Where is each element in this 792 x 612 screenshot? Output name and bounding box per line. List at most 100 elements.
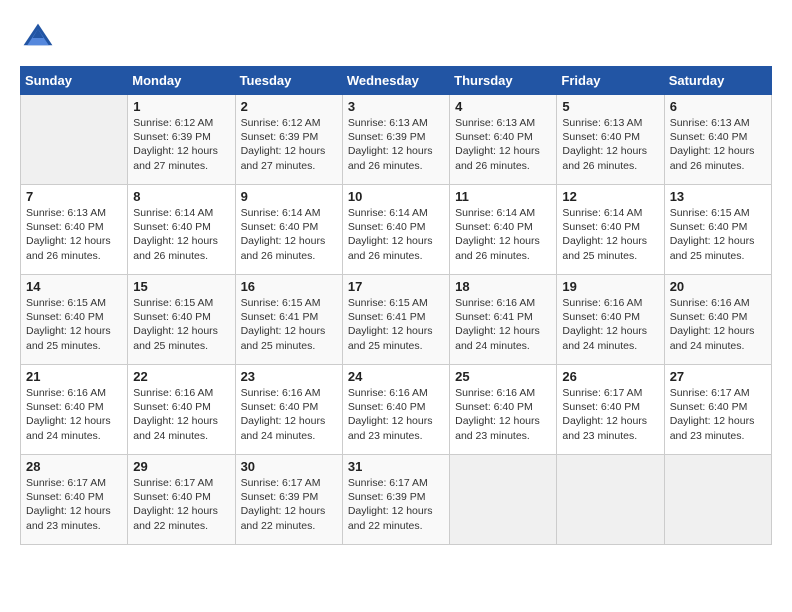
day-info: Sunrise: 6:15 AMSunset: 6:41 PMDaylight:…	[241, 296, 337, 353]
calendar-cell: 7 Sunrise: 6:13 AMSunset: 6:40 PMDaylight…	[21, 185, 128, 275]
day-info: Sunrise: 6:13 AMSunset: 6:40 PMDaylight:…	[26, 206, 122, 263]
day-number: 2	[241, 99, 337, 114]
calendar-header-row: SundayMondayTuesdayWednesdayThursdayFrid…	[21, 67, 772, 95]
calendar-cell: 13 Sunrise: 6:15 AMSunset: 6:40 PMDayligh…	[664, 185, 771, 275]
day-info: Sunrise: 6:16 AMSunset: 6:40 PMDaylight:…	[455, 386, 551, 443]
day-number: 9	[241, 189, 337, 204]
page-header	[20, 20, 772, 56]
week-row-4: 21 Sunrise: 6:16 AMSunset: 6:40 PMDayligh…	[21, 365, 772, 455]
day-number: 5	[562, 99, 658, 114]
calendar-cell	[557, 455, 664, 545]
day-info: Sunrise: 6:16 AMSunset: 6:40 PMDaylight:…	[26, 386, 122, 443]
header-friday: Friday	[557, 67, 664, 95]
day-number: 8	[133, 189, 229, 204]
header-wednesday: Wednesday	[342, 67, 449, 95]
day-number: 29	[133, 459, 229, 474]
calendar-cell: 16 Sunrise: 6:15 AMSunset: 6:41 PMDayligh…	[235, 275, 342, 365]
day-info: Sunrise: 6:17 AMSunset: 6:39 PMDaylight:…	[241, 476, 337, 533]
calendar-cell: 27Sunrise: 6:17 AMSunset: 6:40 PMDayligh…	[664, 365, 771, 455]
calendar-cell: 1 Sunrise: 6:12 AMSunset: 6:39 PMDaylight…	[128, 95, 235, 185]
calendar-cell: 17Sunrise: 6:15 AMSunset: 6:41 PMDayligh…	[342, 275, 449, 365]
calendar-cell	[664, 455, 771, 545]
day-info: Sunrise: 6:16 AMSunset: 6:41 PMDaylight:…	[455, 296, 551, 353]
calendar-cell: 21 Sunrise: 6:16 AMSunset: 6:40 PMDayligh…	[21, 365, 128, 455]
day-info: Sunrise: 6:13 AMSunset: 6:40 PMDaylight:…	[455, 116, 551, 173]
day-number: 16	[241, 279, 337, 294]
day-info: Sunrise: 6:16 AMSunset: 6:40 PMDaylight:…	[670, 296, 766, 353]
calendar-cell: 6 Sunrise: 6:13 AMSunset: 6:40 PMDaylight…	[664, 95, 771, 185]
day-number: 21	[26, 369, 122, 384]
calendar-cell: 24 Sunrise: 6:16 AMSunset: 6:40 PMDayligh…	[342, 365, 449, 455]
logo-icon	[20, 20, 56, 56]
calendar-cell: 4 Sunrise: 6:13 AMSunset: 6:40 PMDaylight…	[450, 95, 557, 185]
calendar-cell: 15 Sunrise: 6:15 AMSunset: 6:40 PMDayligh…	[128, 275, 235, 365]
day-number: 28	[26, 459, 122, 474]
day-number: 15	[133, 279, 229, 294]
header-sunday: Sunday	[21, 67, 128, 95]
header-monday: Monday	[128, 67, 235, 95]
calendar-cell: 29 Sunrise: 6:17 AMSunset: 6:40 PMDayligh…	[128, 455, 235, 545]
calendar-cell: 26 Sunrise: 6:17 AMSunset: 6:40 PMDayligh…	[557, 365, 664, 455]
day-info: Sunrise: 6:16 AMSunset: 6:40 PMDaylight:…	[133, 386, 229, 443]
calendar-cell	[21, 95, 128, 185]
calendar-cell: 22 Sunrise: 6:16 AMSunset: 6:40 PMDayligh…	[128, 365, 235, 455]
day-info: Sunrise: 6:15 AMSunset: 6:40 PMDaylight:…	[133, 296, 229, 353]
calendar-cell: 25 Sunrise: 6:16 AMSunset: 6:40 PMDayligh…	[450, 365, 557, 455]
day-info: Sunrise: 6:12 AMSunset: 6:39 PMDaylight:…	[241, 116, 337, 173]
header-saturday: Saturday	[664, 67, 771, 95]
header-thursday: Thursday	[450, 67, 557, 95]
day-info: Sunrise: 6:16 AMSunset: 6:40 PMDaylight:…	[348, 386, 444, 443]
calendar-cell: 14 Sunrise: 6:15 AMSunset: 6:40 PMDayligh…	[21, 275, 128, 365]
day-number: 18	[455, 279, 551, 294]
calendar-cell: 31 Sunrise: 6:17 AMSunset: 6:39 PMDayligh…	[342, 455, 449, 545]
day-number: 19	[562, 279, 658, 294]
day-info: Sunrise: 6:15 AMSunset: 6:40 PMDaylight:…	[26, 296, 122, 353]
day-number: 14	[26, 279, 122, 294]
calendar-cell: 2 Sunrise: 6:12 AMSunset: 6:39 PMDaylight…	[235, 95, 342, 185]
calendar-cell: 10Sunrise: 6:14 AMSunset: 6:40 PMDayligh…	[342, 185, 449, 275]
week-row-1: 1 Sunrise: 6:12 AMSunset: 6:39 PMDaylight…	[21, 95, 772, 185]
day-info: Sunrise: 6:13 AMSunset: 6:40 PMDaylight:…	[562, 116, 658, 173]
day-info: Sunrise: 6:15 AMSunset: 6:40 PMDaylight:…	[670, 206, 766, 263]
day-info: Sunrise: 6:17 AMSunset: 6:40 PMDaylight:…	[26, 476, 122, 533]
header-tuesday: Tuesday	[235, 67, 342, 95]
day-info: Sunrise: 6:17 AMSunset: 6:40 PMDaylight:…	[562, 386, 658, 443]
day-info: Sunrise: 6:15 AMSunset: 6:41 PMDaylight:…	[348, 296, 444, 353]
calendar-cell: 12Sunrise: 6:14 AMSunset: 6:40 PMDayligh…	[557, 185, 664, 275]
calendar-cell: 23Sunrise: 6:16 AMSunset: 6:40 PMDayligh…	[235, 365, 342, 455]
logo	[20, 20, 60, 56]
day-number: 11	[455, 189, 551, 204]
day-number: 31	[348, 459, 444, 474]
day-info: Sunrise: 6:13 AMSunset: 6:39 PMDaylight:…	[348, 116, 444, 173]
day-number: 4	[455, 99, 551, 114]
calendar-cell: 8Sunrise: 6:14 AMSunset: 6:40 PMDaylight…	[128, 185, 235, 275]
day-info: Sunrise: 6:14 AMSunset: 6:40 PMDaylight:…	[348, 206, 444, 263]
day-info: Sunrise: 6:13 AMSunset: 6:40 PMDaylight:…	[670, 116, 766, 173]
calendar-cell: 5 Sunrise: 6:13 AMSunset: 6:40 PMDaylight…	[557, 95, 664, 185]
calendar-cell: 3Sunrise: 6:13 AMSunset: 6:39 PMDaylight…	[342, 95, 449, 185]
calendar-cell: 28 Sunrise: 6:17 AMSunset: 6:40 PMDayligh…	[21, 455, 128, 545]
day-info: Sunrise: 6:17 AMSunset: 6:40 PMDaylight:…	[133, 476, 229, 533]
week-row-2: 7 Sunrise: 6:13 AMSunset: 6:40 PMDaylight…	[21, 185, 772, 275]
day-number: 24	[348, 369, 444, 384]
day-number: 7	[26, 189, 122, 204]
day-number: 20	[670, 279, 766, 294]
day-info: Sunrise: 6:17 AMSunset: 6:40 PMDaylight:…	[670, 386, 766, 443]
day-info: Sunrise: 6:14 AMSunset: 6:40 PMDaylight:…	[562, 206, 658, 263]
calendar-cell: 30 Sunrise: 6:17 AMSunset: 6:39 PMDayligh…	[235, 455, 342, 545]
day-number: 22	[133, 369, 229, 384]
day-number: 26	[562, 369, 658, 384]
day-info: Sunrise: 6:14 AMSunset: 6:40 PMDaylight:…	[455, 206, 551, 263]
day-info: Sunrise: 6:12 AMSunset: 6:39 PMDaylight:…	[133, 116, 229, 173]
day-number: 6	[670, 99, 766, 114]
day-number: 1	[133, 99, 229, 114]
calendar-cell: 18 Sunrise: 6:16 AMSunset: 6:41 PMDayligh…	[450, 275, 557, 365]
day-number: 25	[455, 369, 551, 384]
calendar-cell: 20 Sunrise: 6:16 AMSunset: 6:40 PMDayligh…	[664, 275, 771, 365]
day-number: 23	[241, 369, 337, 384]
calendar-table: SundayMondayTuesdayWednesdayThursdayFrid…	[20, 66, 772, 545]
day-info: Sunrise: 6:17 AMSunset: 6:39 PMDaylight:…	[348, 476, 444, 533]
calendar-cell: 11 Sunrise: 6:14 AMSunset: 6:40 PMDayligh…	[450, 185, 557, 275]
day-number: 13	[670, 189, 766, 204]
day-number: 30	[241, 459, 337, 474]
